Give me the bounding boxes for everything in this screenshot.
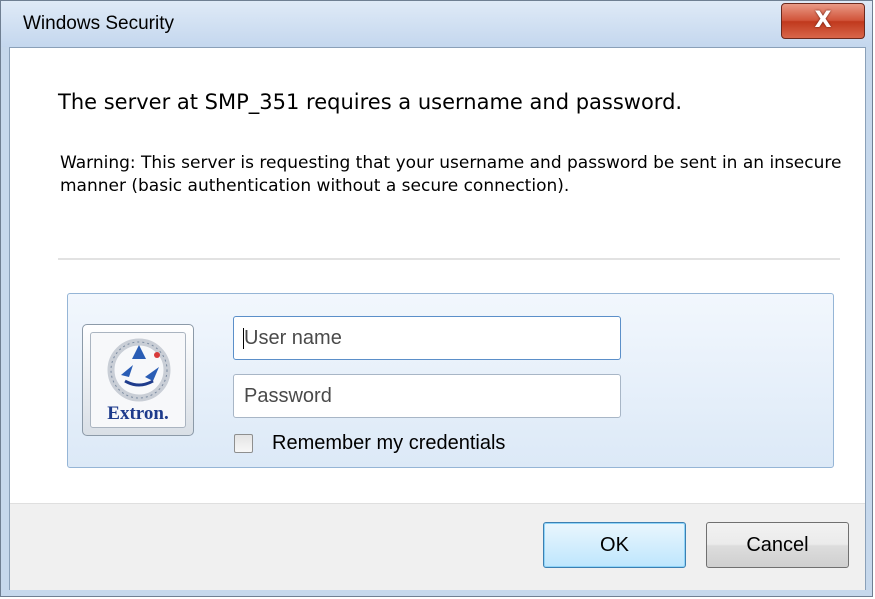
title-bar[interactable]: Windows Security X (1, 1, 872, 47)
close-button[interactable]: X (781, 3, 865, 39)
separator (58, 258, 840, 260)
text-caret (243, 328, 244, 349)
cancel-button[interactable]: Cancel (706, 522, 849, 568)
close-icon: X (814, 8, 832, 33)
extron-logo-icon (107, 338, 171, 402)
credential-tile: Extron. Remember my credentials (67, 293, 834, 468)
dialog-content: The server at SMP_351 requires a usernam… (9, 47, 866, 590)
remember-credentials-label[interactable]: Remember my credentials (272, 432, 505, 455)
ok-button[interactable]: OK (543, 522, 686, 568)
server-message: The server at SMP_351 requires a usernam… (58, 90, 683, 114)
extron-logo-tile: Extron. (82, 324, 194, 436)
username-input[interactable] (233, 316, 621, 360)
remember-credentials-checkbox[interactable] (234, 434, 253, 453)
extron-logo-frame: Extron. (90, 332, 186, 428)
warning-text: Warning: This server is requesting that … (60, 153, 842, 196)
extron-logo-text: Extron. (107, 403, 169, 424)
window-title: Windows Security (23, 13, 174, 34)
password-input[interactable] (233, 374, 621, 418)
windows-security-dialog: Windows Security X The server at SMP_351… (0, 0, 873, 597)
